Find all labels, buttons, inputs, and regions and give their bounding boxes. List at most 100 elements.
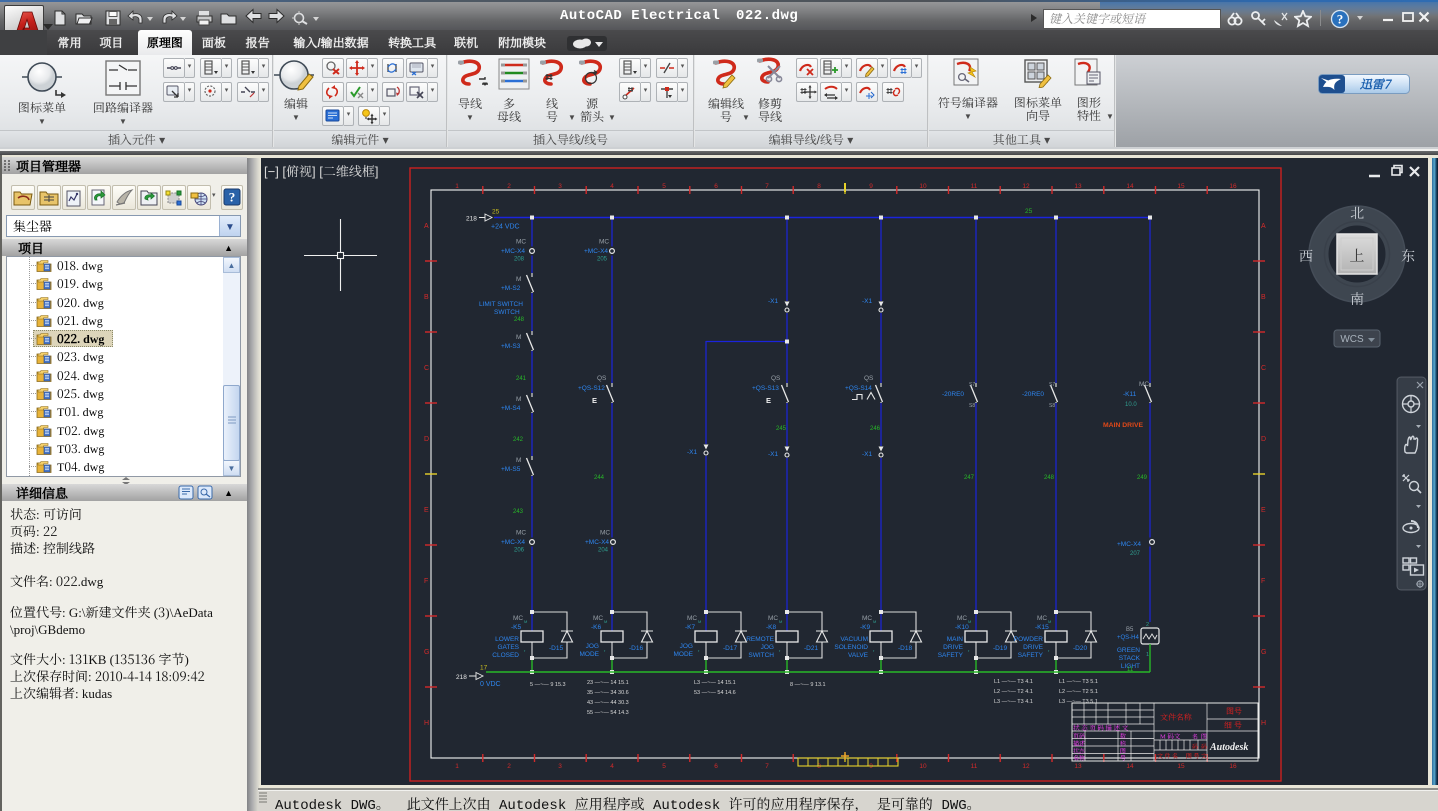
svg-text:12: 12 (1022, 763, 1030, 770)
svg-text:17: 17 (480, 665, 488, 672)
svg-text:43 —~— 44 30.3: 43 —~— 44 30.3 (587, 700, 629, 706)
svg-text:迅雷7: 迅雷7 (1360, 76, 1393, 93)
svg-text:CLOSED: CLOSED (492, 652, 519, 659)
svg-text:LIMIT SWITCH: LIMIT SWITCH (479, 301, 523, 308)
svg-text:SAFETY: SAFETY (1018, 652, 1044, 659)
svg-text:MAIN DRIVE: MAIN DRIVE (1103, 422, 1143, 429)
svg-text:3: 3 (558, 183, 562, 190)
svg-text:-D16: -D16 (629, 645, 643, 652)
svg-text:5: 5 (662, 183, 666, 190)
svg-text:VALVE: VALVE (848, 652, 869, 659)
svg-text:6: 6 (714, 183, 718, 190)
svg-text:DRIVE: DRIVE (943, 644, 964, 651)
svg-text:REMOTE: REMOTE (746, 636, 774, 643)
svg-text:S7: S7 (1049, 382, 1055, 388)
svg-text:L1 —~— T3 5.1: L1 —~— T3 5.1 (1059, 679, 1098, 685)
svg-text:+QS-S14: +QS-S14 (845, 385, 872, 392)
svg-text:G: G (1261, 649, 1266, 656)
svg-text:+MC-X4: +MC-X4 (501, 248, 525, 255)
svg-text:S7: S7 (969, 382, 975, 388)
svg-text:5: 5 (662, 763, 666, 770)
svg-text:6: 6 (714, 763, 718, 770)
svg-text:14: 14 (1126, 183, 1134, 190)
svg-text:8 —~— 9 13.1: 8 —~— 9 13.1 (790, 682, 826, 688)
svg-text:E: E (1261, 507, 1266, 514)
svg-text:名称: 名称 (1073, 753, 1085, 762)
svg-text:M: M (968, 619, 971, 624)
svg-text:G: G (424, 649, 429, 656)
svg-text:M: M (516, 334, 521, 341)
svg-text:MC: MC (1139, 381, 1149, 388)
svg-text:M: M (516, 457, 521, 464)
svg-text:9: 9 (869, 183, 873, 190)
svg-text:M 码文: M 码文 (1160, 732, 1181, 741)
svg-text:13: 13 (1074, 183, 1082, 190)
svg-text:SWITCH: SWITCH (748, 652, 774, 659)
svg-text:-K7: -K7 (685, 624, 696, 631)
svg-text:Autodesk: Autodesk (1209, 742, 1248, 753)
svg-text:东: 东 (1401, 246, 1415, 266)
svg-text:MC: MC (600, 530, 610, 537)
svg-text:M: M (604, 619, 607, 624)
svg-text:JOG: JOG (680, 643, 693, 650)
svg-text:L3 —~— 14 15.1: L3 —~— 14 15.1 (694, 680, 736, 686)
svg-text:DRIVE: DRIVE (1023, 644, 1044, 651)
svg-text:248: 248 (514, 317, 525, 323)
svg-text:-X1: -X1 (862, 298, 873, 305)
svg-text:0 VDC: 0 VDC (480, 681, 501, 688)
svg-text:12: 12 (1022, 183, 1030, 190)
svg-text:码: 码 (1192, 742, 1199, 751)
svg-text:-D17: -D17 (723, 645, 737, 652)
svg-text:+24 VDC: +24 VDC (491, 224, 520, 231)
svg-text:-D19: -D19 (993, 645, 1007, 652)
svg-text:-K15: -K15 (1035, 624, 1049, 631)
svg-text:H: H (1261, 720, 1266, 727)
svg-text:10: 10 (919, 763, 927, 770)
svg-text:C: C (424, 365, 429, 372)
svg-text:35 —~— 34 30.6: 35 —~— 34 30.6 (587, 690, 629, 696)
svg-text:+QS-H4: +QS-H4 (1117, 635, 1140, 641)
svg-text:-D18: -D18 (898, 645, 912, 652)
svg-text:218: 218 (456, 674, 467, 681)
svg-text:-X1: -X1 (687, 449, 698, 456)
svg-text:218: 218 (466, 216, 477, 223)
svg-text:名: 名 (1192, 732, 1198, 741)
svg-text:13: 13 (1074, 763, 1082, 770)
svg-text:r: r (968, 648, 970, 653)
svg-text:+MC-X4: +MC-X4 (501, 539, 525, 546)
svg-text:10.0: 10.0 (1125, 402, 1137, 408)
svg-text:1: 1 (455, 183, 459, 190)
svg-text:8: 8 (817, 183, 821, 190)
svg-text:L2 —~— T2 4.1: L2 —~— T2 4.1 (994, 689, 1033, 695)
svg-text:L3 —~— T3 4.1: L3 —~— T3 4.1 (994, 699, 1033, 705)
svg-text:-X1: -X1 (862, 451, 873, 458)
svg-text:-K9: -K9 (860, 624, 871, 631)
svg-text:245: 245 (776, 426, 787, 432)
svg-text:-X1: -X1 (768, 298, 779, 305)
svg-text:7: 7 (765, 763, 769, 770)
svg-text:MC: MC (516, 239, 526, 246)
svg-text:SAFETY: SAFETY (938, 652, 964, 659)
svg-text:A: A (424, 223, 429, 230)
svg-text:QS: QS (771, 375, 781, 382)
svg-text:M: M (1048, 619, 1051, 624)
svg-text:VACUUM: VACUUM (840, 636, 868, 643)
svg-text:241: 241 (516, 376, 527, 382)
svg-text:r: r (604, 648, 606, 653)
svg-text:1: 1 (1146, 652, 1149, 658)
svg-text:MC: MC (768, 615, 778, 622)
svg-text:上: 上 (1349, 245, 1364, 266)
svg-text:4: 4 (610, 763, 614, 770)
svg-text:+QS-S13: +QS-S13 (752, 385, 779, 392)
svg-text:-X1: -X1 (768, 451, 779, 458)
svg-text:25: 25 (1025, 208, 1033, 215)
svg-text:MC: MC (1037, 615, 1047, 622)
svg-text:-K5: -K5 (511, 624, 522, 631)
svg-text:图 号 文: 图 号 文 (1186, 751, 1207, 760)
svg-text:7: 7 (765, 183, 769, 190)
svg-text:3: 3 (558, 763, 562, 770)
svg-text:LOWER: LOWER (495, 636, 519, 643)
svg-text:QS: QS (864, 375, 874, 382)
svg-text:16: 16 (1229, 183, 1237, 190)
svg-text:E: E (424, 507, 429, 514)
